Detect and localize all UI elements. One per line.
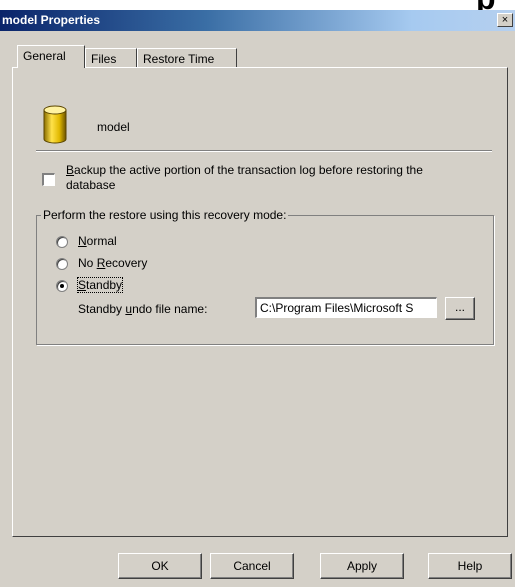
backup-log-label[interactable]: Backup the active portion of the transac…: [66, 163, 486, 193]
help-button[interactable]: Help: [428, 553, 512, 579]
close-icon: ×: [501, 14, 509, 26]
backup-access-key: B: [66, 163, 75, 177]
radio-standby[interactable]: [56, 280, 68, 292]
browse-button[interactable]: ...: [445, 297, 475, 320]
tab-restore-time[interactable]: Restore Time: [137, 48, 237, 68]
backup-log-checkbox[interactable]: [42, 173, 55, 186]
separator: [36, 150, 492, 152]
radio-normal-label[interactable]: Normal: [78, 234, 117, 248]
backup-label-line1: ackup the active portion of the transact…: [74, 163, 423, 177]
tab-files[interactable]: Files: [85, 48, 137, 68]
radio-no-recovery-label[interactable]: No Recovery: [78, 256, 147, 270]
backup-label-line2: database: [66, 178, 116, 192]
standby-undo-file-input[interactable]: C:\Program Files\Microsoft S: [255, 297, 437, 318]
recovery-mode-group-label: Perform the restore using this recovery …: [41, 208, 289, 222]
background-window: p: [0, 0, 515, 16]
database-name: model: [97, 120, 130, 134]
cancel-button[interactable]: Cancel: [210, 553, 294, 579]
window-title: model Properties: [2, 13, 101, 27]
tab-general-label: General: [23, 49, 66, 63]
radio-standby-label[interactable]: Standby: [76, 277, 124, 293]
radio-no-recovery[interactable]: [56, 258, 68, 270]
ok-button[interactable]: OK: [118, 553, 202, 579]
tab-general[interactable]: General: [17, 45, 85, 68]
title-bar[interactable]: model Properties ×: [0, 10, 515, 31]
radio-normal[interactable]: [56, 236, 68, 248]
tab-restore-time-label: Restore Time: [143, 52, 215, 66]
close-button[interactable]: ×: [497, 13, 513, 27]
database-cylinder-icon: [43, 105, 67, 144]
tab-files-label: Files: [91, 52, 117, 66]
apply-button[interactable]: Apply: [320, 553, 404, 579]
radio-selected-dot: [60, 284, 64, 288]
standby-undo-label: Standby undo file name:: [78, 302, 208, 316]
